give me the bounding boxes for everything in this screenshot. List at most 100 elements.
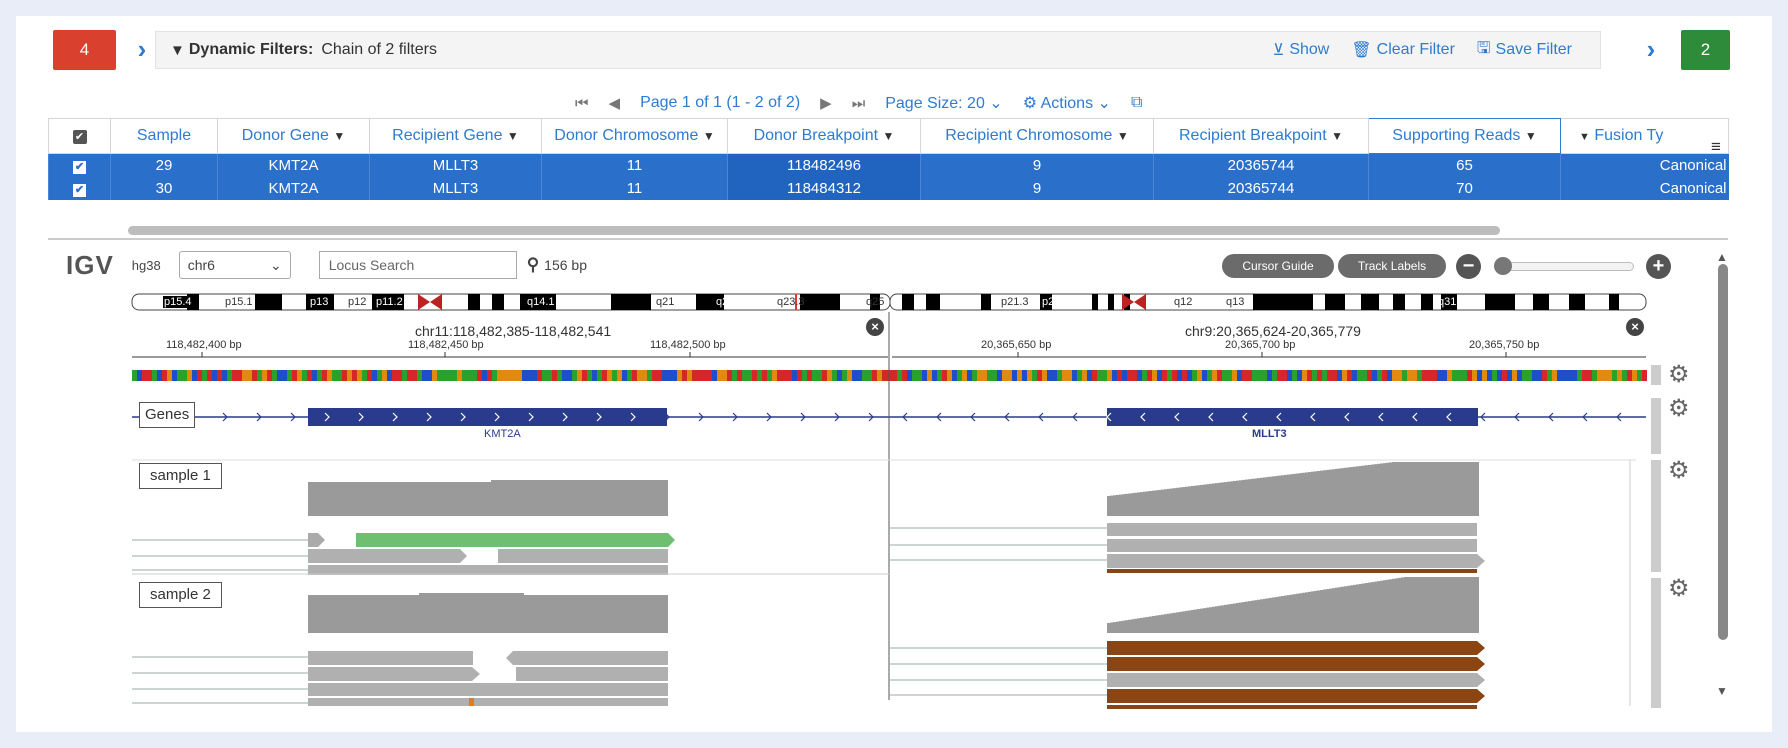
coverage-bar — [1449, 462, 1452, 516]
coverage-bar — [344, 595, 347, 633]
coverage-bar — [386, 482, 389, 516]
coverage-bar — [1179, 487, 1182, 516]
base — [512, 370, 517, 381]
base — [877, 370, 882, 381]
coverage-bar — [368, 595, 371, 633]
close-locus-icon[interactable]: × — [1626, 318, 1644, 336]
coverage-bar — [512, 593, 515, 633]
coverage-bar — [1335, 587, 1338, 633]
coverage-bar — [1308, 591, 1311, 633]
coverage-bar — [1236, 480, 1239, 516]
coverage-bar — [1260, 599, 1263, 633]
coverage-bar — [1155, 490, 1158, 516]
coverage-bar — [1440, 577, 1443, 633]
track-drag-handle[interactable] — [1651, 460, 1661, 572]
coverage-bar — [1170, 488, 1173, 516]
base — [367, 370, 372, 381]
coverage-bar — [1338, 468, 1341, 516]
close-locus-icon[interactable]: × — [866, 318, 884, 336]
base — [1572, 370, 1577, 381]
base — [422, 370, 427, 381]
ruler-ticks — [201, 352, 1507, 357]
base — [1547, 370, 1552, 381]
base — [342, 370, 347, 381]
coverage-bar — [479, 482, 482, 516]
coverage-bar — [1278, 475, 1281, 516]
base — [1002, 370, 1007, 381]
base — [182, 370, 187, 381]
coverage-bar — [629, 480, 632, 516]
coverage-bar — [1335, 468, 1338, 516]
coverage-bar — [1476, 577, 1479, 633]
base — [1587, 370, 1592, 381]
base — [557, 370, 562, 381]
gear-icon[interactable]: ⚙ — [1668, 397, 1690, 421]
base — [417, 370, 422, 381]
coverage-bar — [1152, 616, 1155, 633]
coverage-bar — [401, 482, 404, 516]
base — [882, 370, 887, 381]
track-drag-handle[interactable] — [1651, 578, 1661, 708]
coverage-bar — [1146, 491, 1149, 516]
track-drag-handle[interactable] — [1651, 398, 1661, 454]
base — [242, 370, 247, 381]
coverage-bar — [1356, 466, 1359, 516]
base — [677, 370, 682, 381]
coverage-bar — [1185, 610, 1188, 633]
base — [517, 370, 522, 381]
base — [1007, 370, 1012, 381]
base — [797, 370, 802, 381]
base — [802, 370, 807, 381]
base — [1197, 370, 1202, 381]
band-label: p12 — [348, 296, 367, 308]
coverage-bar — [323, 595, 326, 633]
base — [207, 370, 212, 381]
coverage-bar — [488, 593, 491, 633]
base — [1637, 370, 1642, 381]
coverage-bar — [1161, 614, 1164, 633]
base — [1472, 370, 1477, 381]
coverage-bar — [536, 595, 539, 633]
coverage-bar — [551, 595, 554, 633]
base — [1267, 370, 1272, 381]
gear-icon[interactable]: ⚙ — [1668, 459, 1690, 483]
base — [1172, 370, 1177, 381]
gear-icon[interactable]: ⚙ — [1668, 577, 1690, 601]
coverage-bar — [1173, 612, 1176, 633]
base — [457, 370, 462, 381]
base — [237, 370, 242, 381]
coverage-bar — [1416, 577, 1419, 633]
coverage-bar — [1407, 462, 1410, 516]
base — [532, 370, 537, 381]
base — [967, 370, 972, 381]
coverage-bar — [482, 593, 485, 633]
coverage-bar — [332, 595, 335, 633]
base — [577, 370, 582, 381]
base — [1457, 370, 1462, 381]
base — [767, 370, 772, 381]
coverage-bar — [653, 595, 656, 633]
coverage-bar — [1422, 577, 1425, 633]
base — [177, 370, 182, 381]
base — [787, 370, 792, 381]
base — [752, 370, 757, 381]
base — [1077, 370, 1082, 381]
coverage-bar — [1428, 462, 1431, 516]
coverage-bar — [371, 595, 374, 633]
sample-track-label: sample 2 — [139, 582, 222, 608]
base — [1207, 370, 1212, 381]
base — [1582, 370, 1587, 381]
base — [907, 370, 912, 381]
base — [1527, 370, 1532, 381]
coverage-bar — [578, 595, 581, 633]
gear-icon[interactable]: ⚙ — [1668, 363, 1690, 387]
coverage-bar — [1386, 462, 1389, 516]
coverage-bar — [362, 595, 365, 633]
base — [1237, 370, 1242, 381]
base — [1347, 370, 1352, 381]
base — [1332, 370, 1337, 381]
track-drag-handle[interactable] — [1651, 365, 1661, 385]
coverage-bar — [1347, 585, 1350, 633]
coverage-bar — [560, 595, 563, 633]
coverage-bar — [428, 593, 431, 633]
